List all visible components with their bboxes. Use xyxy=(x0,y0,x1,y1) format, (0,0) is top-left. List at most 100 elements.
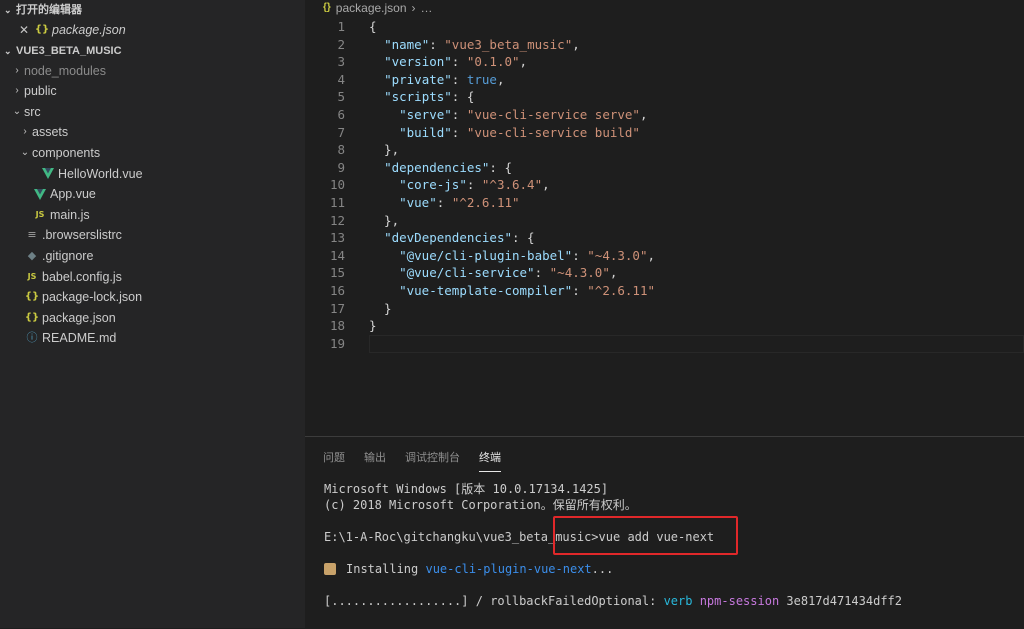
code-token: , xyxy=(542,177,550,193)
tree-item[interactable]: App.vue xyxy=(0,184,305,205)
tree-item-label: node_modules xyxy=(24,63,107,78)
panel-tab[interactable]: 终端 xyxy=(479,443,501,472)
file-tree: › node_modules › public ⌄ src › assets ⌄ componen… xyxy=(0,61,305,349)
line-number: 10 xyxy=(329,177,345,193)
code-token: "vue3_beta_music" xyxy=(444,36,573,52)
code-view[interactable]: 1{2 "name": "vue3_beta_music", 3 "version… xyxy=(305,18,1024,353)
progress-bar: [..................] xyxy=(324,594,469,608)
line-number: 13 xyxy=(329,230,345,246)
code-token: : xyxy=(429,36,445,52)
code-line: 14 "@vue/cli-plugin-babel": "~4.3.0", xyxy=(305,247,1024,265)
code-token: "~4.3.0" xyxy=(549,265,610,281)
tree-item[interactable]: ⓘ README.md xyxy=(0,328,305,349)
line-number: 3 xyxy=(337,54,345,70)
chevron-down-icon: ⌄ xyxy=(12,105,22,117)
command-highlight-box xyxy=(553,516,738,555)
progress-task: rollbackFailedOptional: xyxy=(490,594,664,608)
tree-item-label: public xyxy=(24,84,57,99)
tree-item-label: README.md xyxy=(42,331,117,346)
code-line: 8 }, xyxy=(305,141,1024,159)
code-token: "core-js" xyxy=(399,177,467,193)
code-line: 1{ xyxy=(305,18,1024,36)
code-token: : { xyxy=(451,89,475,105)
code-token: "devDependencies" xyxy=(384,230,512,246)
terminal-installing-line: Installing vue-cli-plugin-vue-next... xyxy=(324,561,1024,577)
tree-item[interactable]: ≡ .browserslistrc xyxy=(0,225,305,246)
tree-item-label: package-lock.json xyxy=(42,290,143,305)
vue-file-icon xyxy=(40,168,56,180)
panel-tab[interactable]: 问题 xyxy=(323,443,345,471)
code-token: "vue-cli-service build" xyxy=(466,124,640,140)
package-icon xyxy=(324,563,336,575)
line-number: 2 xyxy=(337,36,345,52)
tree-item-label: components xyxy=(32,145,101,160)
js-file-icon: JS xyxy=(27,271,37,281)
line-number: 18 xyxy=(329,318,345,334)
code-token: "@vue/cli-service" xyxy=(399,265,535,281)
tree-item[interactable]: › node_modules xyxy=(0,61,305,82)
project-header[interactable]: ⌄ VUE3_BETA_MUSIC xyxy=(0,41,305,61)
code-token: "~4.3.0" xyxy=(587,247,648,263)
code-token: "vue" xyxy=(399,194,437,210)
current-line-highlight xyxy=(369,334,1024,353)
tree-item[interactable]: {} package.json xyxy=(0,308,305,329)
panel-tab[interactable]: 调试控制台 xyxy=(405,443,460,471)
open-editor-item[interactable]: ✕ {} package.json xyxy=(0,20,305,41)
code-token: : xyxy=(451,71,467,87)
js-file-icon: JS xyxy=(35,209,45,219)
tree-item[interactable]: ◆ .gitignore xyxy=(0,246,305,267)
breadcrumb-file[interactable]: package.json xyxy=(336,0,407,16)
chevron-down-icon: ⌄ xyxy=(4,5,12,15)
chevron-right-icon: › xyxy=(15,85,19,97)
line-number: 12 xyxy=(329,212,345,228)
tree-item[interactable]: ⌄ src xyxy=(0,102,305,123)
code-token: "build" xyxy=(399,124,452,140)
code-token: }, xyxy=(369,142,400,158)
code-token: "vue-template-compiler" xyxy=(399,282,573,298)
chevron-down-icon: ⌄ xyxy=(4,45,12,56)
tree-item-label: package.json xyxy=(42,310,116,325)
vue-file-icon xyxy=(32,188,48,200)
close-icon[interactable]: ✕ xyxy=(16,20,32,41)
tree-item[interactable]: JS babel.config.js xyxy=(0,267,305,288)
tree-item[interactable]: JS main.js xyxy=(0,205,305,226)
terminal-line: Microsoft Windows [版本 10.0.17134.1425] xyxy=(324,482,609,496)
tree-item[interactable]: ⌄ components xyxy=(0,143,305,164)
code-token: : xyxy=(451,106,467,122)
tree-item-label: assets xyxy=(32,125,69,140)
code-token: "^3.6.4" xyxy=(481,177,543,193)
code-token: , xyxy=(496,71,505,87)
tree-item[interactable]: {} package-lock.json xyxy=(0,287,305,308)
code-token: : xyxy=(451,124,467,140)
tree-item[interactable]: › public xyxy=(0,81,305,102)
code-line: 10 "core-js": "^3.6.4", xyxy=(305,176,1024,194)
project-title: VUE3_BETA_MUSIC xyxy=(16,44,122,57)
installing-label: Installing xyxy=(346,562,426,576)
installing-suffix: ... xyxy=(591,562,614,576)
code-token: "name" xyxy=(384,36,430,52)
code-line: 9 "dependencies": { xyxy=(305,159,1024,177)
breadcrumb-more[interactable]: … xyxy=(421,0,433,16)
terminal-progress-line: [..................] / rollbackFailedOpt… xyxy=(324,593,1024,609)
code-token: : { xyxy=(512,230,535,246)
panel-tab[interactable]: 输出 xyxy=(364,443,386,471)
tree-item[interactable]: HelloWorld.vue xyxy=(0,164,305,185)
editor-area: {} package.json › … 1{2 "name": "vue3_be… xyxy=(305,0,1024,436)
git-file-icon: ◆ xyxy=(27,248,37,262)
code-token: "dependencies" xyxy=(384,159,490,175)
open-editors-header[interactable]: ⌄ 打开的编辑器 xyxy=(0,0,305,20)
code-token: : xyxy=(466,177,482,193)
code-token: , xyxy=(572,36,580,52)
line-number: 16 xyxy=(329,282,345,298)
line-number: 14 xyxy=(329,247,345,263)
code-token: : xyxy=(572,282,588,298)
line-number: 7 xyxy=(337,124,345,140)
verb-label: verb xyxy=(663,594,700,608)
tree-item[interactable]: › assets xyxy=(0,122,305,143)
line-number: 4 xyxy=(337,71,345,87)
tree-item-label: HelloWorld.vue xyxy=(58,166,143,181)
